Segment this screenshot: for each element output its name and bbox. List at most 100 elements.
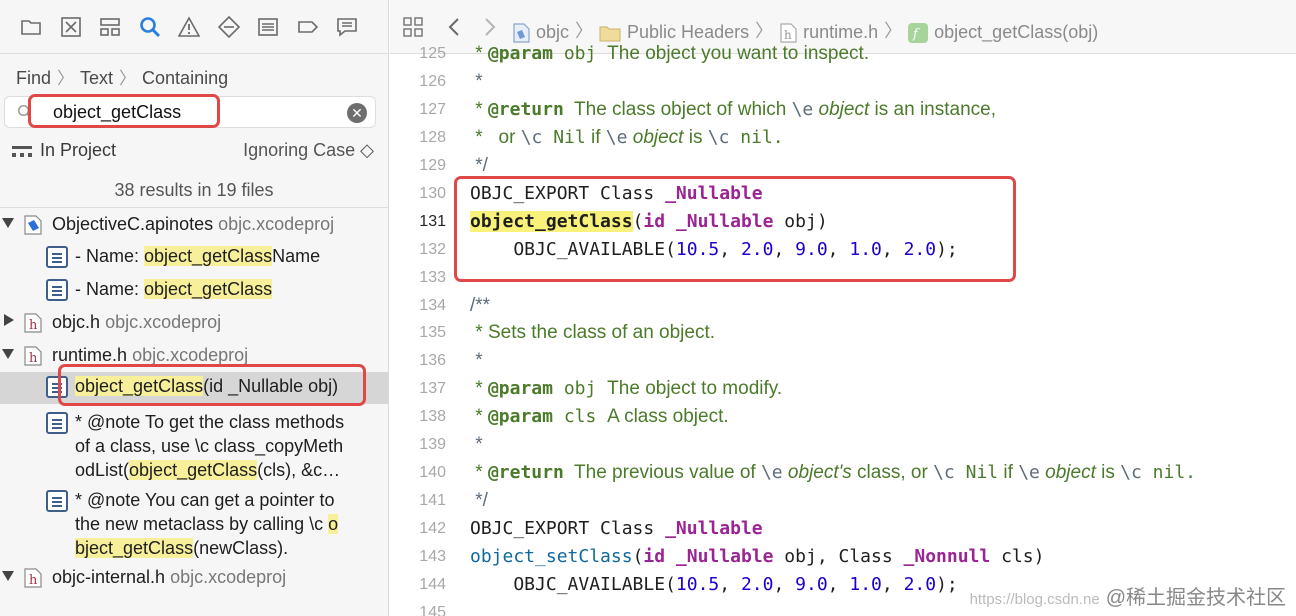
chevron-right-icon: 〉	[575, 21, 594, 41]
match-line-icon	[46, 412, 68, 434]
code-line: */	[470, 490, 488, 511]
project-icon	[513, 23, 530, 43]
svg-text:h: h	[29, 573, 38, 588]
code-line: OBJC_EXPORT Class _Nullable	[470, 518, 763, 539]
match-text: - Name: object_getClass	[75, 279, 273, 300]
scope-selector[interactable]: In Project	[40, 140, 116, 161]
symbol-navigator-icon[interactable]	[99, 16, 121, 38]
number: 10.5	[675, 574, 720, 595]
report-icon[interactable]	[336, 16, 358, 38]
selected-match-annotation-box	[58, 364, 366, 406]
number: 2.0	[903, 574, 937, 595]
result-match-row[interactable]: * @note You can get a pointer to the new…	[0, 486, 388, 564]
match-line-3: bject_getClass(newClass).	[75, 536, 338, 560]
code-line: *	[470, 434, 483, 455]
project-name: objc.xcodeproj	[105, 312, 222, 332]
code-line: *	[470, 71, 483, 92]
doc-comment: Sets the class of an object.	[487, 322, 716, 343]
code-line: * or \c Nil if \e object is \c nil.	[470, 127, 784, 149]
doc-code: nil.	[729, 127, 784, 148]
doc-comment: is an instance,	[869, 99, 996, 120]
result-match-row[interactable]: - Name: object_getClassName	[0, 242, 388, 274]
match-highlight: object_getClass	[129, 460, 258, 480]
result-file-row[interactable]: h objc-internal.h objc.xcodeproj	[0, 563, 388, 595]
code-line: /**	[470, 295, 491, 316]
match-line-icon	[46, 279, 68, 301]
case-sensitivity-selector[interactable]: Ignoring Case ◇	[243, 140, 374, 161]
test-diamond-icon[interactable]	[217, 15, 241, 39]
disclosure-open-icon[interactable]	[2, 218, 14, 228]
match-line-icon	[46, 246, 68, 268]
breadcrumb-function[interactable]: f object_getClass(obj)	[908, 22, 1098, 43]
disclosure-open-icon[interactable]	[2, 571, 14, 581]
back-chevron-icon[interactable]	[444, 16, 466, 38]
doc-markup: \e	[605, 127, 628, 148]
code-line: * Sets the class of an object.	[470, 322, 715, 344]
clear-icon[interactable]: ✕	[347, 103, 367, 123]
breakpoint-icon[interactable]	[297, 16, 319, 38]
doc-param: cls	[552, 406, 608, 427]
project-name: objc.xcodeproj	[218, 214, 335, 234]
watermark-url: https://blog.csdn.ne	[969, 591, 1100, 608]
keyword: id	[643, 546, 676, 567]
debug-list-icon[interactable]	[257, 16, 279, 38]
source-editor[interactable]: 125 * @param obj The object you want to …	[390, 41, 1296, 616]
folder-icon[interactable]	[20, 16, 42, 38]
source-control-icon[interactable]	[60, 16, 82, 38]
breadcrumb-public-headers[interactable]: Public Headers	[599, 22, 749, 43]
breadcrumb-label: objc	[536, 21, 570, 42]
code-line: object_setClass(id _Nullable obj, Class …	[470, 546, 1044, 567]
match-text: * @note To get the class methods of a cl…	[75, 410, 344, 482]
doc-comment: *	[470, 43, 488, 64]
related-items-grid-icon[interactable]	[402, 16, 424, 38]
folder-icon	[599, 26, 621, 42]
find-mode-path[interactable]: Find 〉 Text 〉 Containing	[16, 64, 228, 89]
doc-tag: @return	[487, 462, 564, 483]
forward-chevron-icon[interactable]	[478, 16, 500, 38]
doc-emphasis: object	[813, 99, 870, 120]
doc-comment: * or	[470, 127, 521, 148]
punctuation: ,	[719, 574, 741, 595]
breadcrumb-label: object_getClass(obj)	[934, 21, 1099, 42]
header-file-icon: h	[22, 312, 44, 334]
match-line-1: * @note To get the class methods	[75, 412, 345, 432]
find-path-containing[interactable]: Containing	[142, 68, 228, 88]
code-line: *	[470, 350, 483, 371]
breadcrumb-objc[interactable]: objc	[512, 22, 569, 43]
disclosure-open-icon[interactable]	[2, 349, 14, 359]
punctuation: ,	[773, 574, 796, 595]
doc-comment: A class object.	[607, 406, 729, 427]
doc-comment: if	[998, 462, 1019, 483]
results-summary: 38 results in 19 files	[114, 180, 274, 200]
result-match-row[interactable]: - Name: object_getClass	[0, 275, 388, 307]
doc-param: obj	[552, 43, 608, 64]
match-highlight: object_getClass	[144, 279, 273, 299]
doc-comment: *	[470, 462, 488, 483]
search-scope-row: In Project Ignoring Case ◇	[12, 140, 374, 164]
line-number: 130	[419, 185, 446, 202]
breadcrumb-runtime-h[interactable]: h runtime.h	[779, 22, 878, 43]
doc-markup: \c	[933, 462, 955, 483]
number: 1.0	[849, 574, 882, 595]
function-symbol-icon: f	[908, 22, 929, 43]
line-number-current: 131	[419, 213, 446, 230]
punctuation: (	[632, 546, 644, 567]
disclosure-closed-icon[interactable]	[4, 314, 14, 326]
line-number: 140	[419, 464, 446, 481]
breadcrumb-label: runtime.h	[803, 21, 879, 42]
match-prefix: - Name:	[75, 246, 145, 266]
doc-emphasis: object	[627, 127, 684, 148]
line-number: 125	[419, 45, 446, 62]
doc-tag: @param	[487, 378, 553, 399]
result-file-row[interactable]: ObjectiveC.apinotes objc.xcodeproj	[0, 210, 388, 242]
keyword: _Nullable	[665, 518, 763, 539]
find-path-text[interactable]: Text	[80, 68, 113, 88]
doc-param: obj	[552, 378, 608, 399]
file-label: objc-internal.h objc.xcodeproj	[52, 567, 286, 588]
result-match-row[interactable]: * @note To get the class methods of a cl…	[0, 408, 388, 486]
search-icon[interactable]	[139, 16, 161, 38]
warning-icon[interactable]	[177, 16, 201, 38]
find-path-find[interactable]: Find	[16, 68, 51, 88]
code-line: * @return The class object of which \e o…	[470, 99, 996, 121]
result-file-row[interactable]: h objc.h objc.xcodeproj	[0, 308, 388, 340]
